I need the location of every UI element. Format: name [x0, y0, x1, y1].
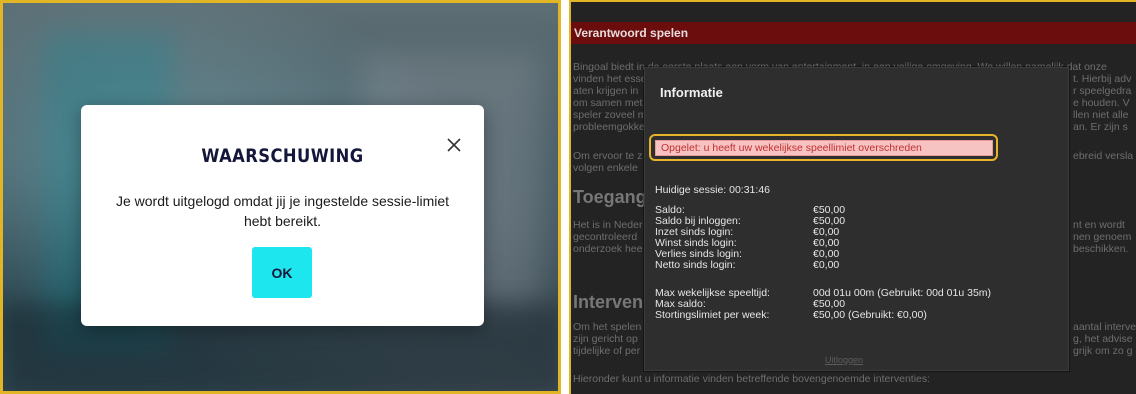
- background-text: nt en wordt: [1073, 219, 1125, 231]
- background-text: speler zoveel m: [573, 109, 647, 121]
- background-text: Om ervoor te z: [573, 150, 643, 162]
- background-text: probleemgokke: [573, 121, 645, 133]
- background-text: e houden. V: [1073, 97, 1130, 109]
- page-header: Verantwoord spelen: [571, 22, 1136, 44]
- background-heading: Toegang: [573, 187, 647, 207]
- session-timer: Huidige sessie: 00:31:46: [655, 184, 770, 196]
- logout-link[interactable]: Uitloggen: [825, 355, 863, 365]
- background-text: gecontroleerd: [573, 231, 638, 243]
- warning-modal: WAARSCHUWING Je wordt uitgelogd omdat ji…: [81, 105, 484, 326]
- background-text: an. Er zijn s: [1073, 121, 1128, 133]
- background-text: Hieronder kunt u informatie vinden betre…: [573, 373, 931, 385]
- background-text: beschikken.: [1073, 243, 1129, 255]
- background-text: aantal interve: [1073, 321, 1136, 333]
- modal-message: Je wordt uitgelogd omdat jij je ingestel…: [115, 193, 450, 229]
- background-text: zijn gericht op: [573, 333, 638, 345]
- background-text: g, het advise: [1073, 333, 1133, 345]
- net-value: €0,00: [813, 259, 840, 271]
- left-screenshot-panel: WAARSCHUWING Je wordt uitgelogd omdat ji…: [0, 0, 561, 394]
- background-text: r speelgedra: [1073, 85, 1132, 97]
- background-text: ebreid versla: [1073, 150, 1134, 162]
- information-dialog: Informatie Opgelet: u heeft uw wekelijks…: [644, 67, 1069, 371]
- background-text: grijk om zo g: [1073, 345, 1133, 357]
- deposit-limit-label: Stortingslimiet per week:: [655, 309, 770, 321]
- background-text: tijdelijke of per: [573, 345, 641, 357]
- dialog-title: Informatie: [660, 85, 723, 100]
- background-heading: Interven: [573, 292, 644, 312]
- background-text: vinden het esse: [573, 73, 647, 85]
- deposit-limit-value: €50,00 (Gebruikt: €0,00): [813, 309, 927, 321]
- background-text: om samen met: [573, 97, 643, 109]
- background-text: volgen enkele: [573, 162, 638, 174]
- background-text: nen genoem: [1073, 231, 1132, 243]
- background-text: onderzoek hee: [573, 243, 643, 255]
- net-label: Netto sinds login:: [655, 259, 736, 271]
- background-text: Om het spelen: [573, 321, 642, 333]
- background-text: Het is in Neder: [573, 219, 643, 231]
- limit-exceeded-alert: Opgelet: u heeft uw wekelijkse speellimi…: [655, 140, 993, 156]
- background-text: llen niet alle: [1073, 109, 1129, 121]
- modal-title: WAARSCHUWING: [201, 145, 364, 167]
- right-screenshot-panel: Verantwoord spelen Bingoal biedt in de e…: [569, 0, 1136, 394]
- ok-button[interactable]: OK: [252, 247, 312, 298]
- background-text: t. Hierbij adv: [1073, 73, 1132, 85]
- background-text: aten krijgen in: [573, 85, 639, 97]
